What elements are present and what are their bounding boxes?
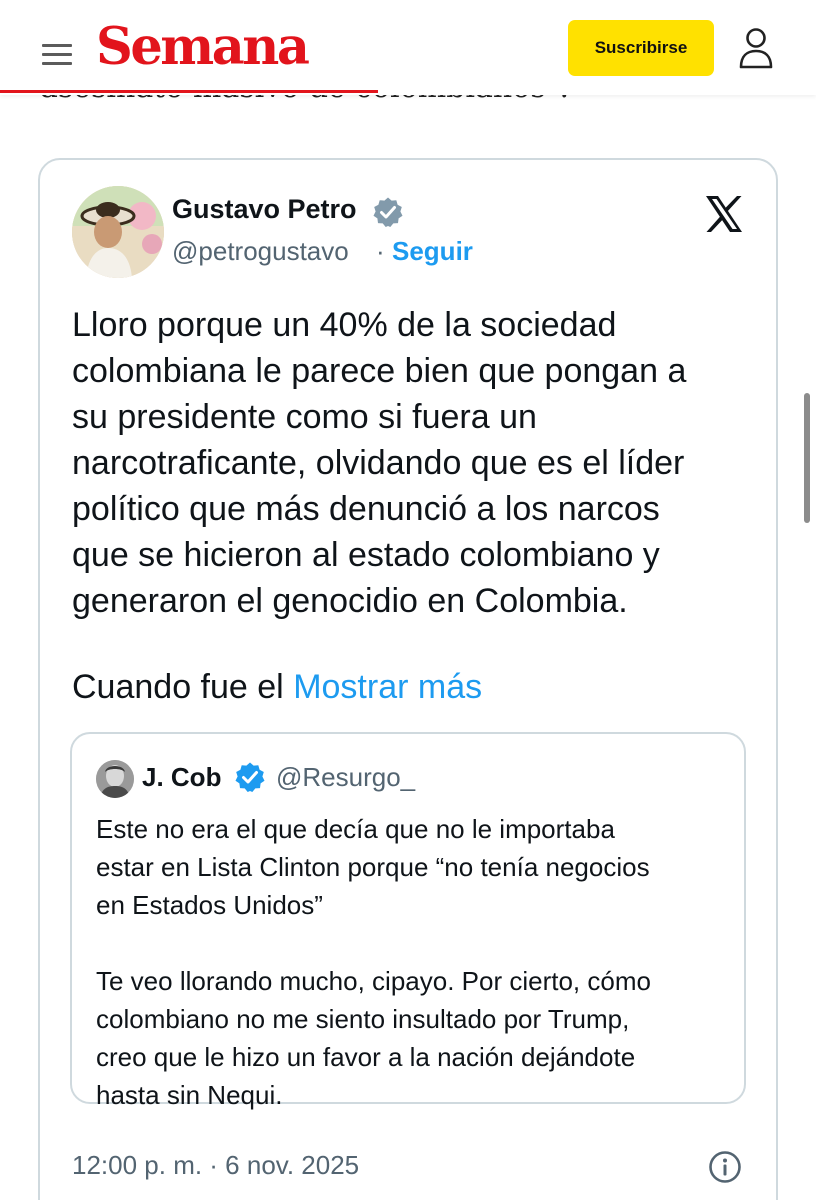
tweet-body: Lloro porque un 40% de la sociedad colom… (72, 302, 762, 624)
tweet-line: colombiana le parece bien que pongan a (72, 352, 687, 390)
quote-line: Te veo llorando mucho, cipayo. Por ciert… (96, 966, 651, 996)
quoted-tweet[interactable]: J. Cob @Resurgo_ Este no era el que decí… (70, 732, 746, 1110)
user-account-icon[interactable] (738, 27, 774, 69)
quote-line: Este no era el que decía que no le impor… (96, 814, 615, 844)
quote-line: colombiano no me siento insultado por Tr… (96, 1004, 630, 1034)
tweet-line: narcotraficante, olvidando que es el líd… (72, 444, 685, 482)
info-icon[interactable] (708, 1150, 742, 1184)
embedded-tweet[interactable]: Gustavo Petro @petrogustavo · Seguir Llo… (38, 158, 778, 1200)
tweet-line: que se hicieron al estado colombiano y (72, 536, 660, 574)
site-logo[interactable]: Semana (96, 22, 310, 73)
show-more-link[interactable]: Mostrar más (293, 668, 482, 706)
author-avatar[interactable] (72, 186, 164, 278)
quoted-author-handle[interactable]: @Resurgo_ (276, 762, 415, 793)
follow-link[interactable]: Seguir (392, 236, 473, 267)
scrollbar-thumb[interactable] (804, 393, 810, 523)
quote-line: hasta sin Nequi. (96, 1080, 283, 1110)
x-logo-icon[interactable] (703, 194, 745, 234)
quoted-author-avatar[interactable] (96, 760, 134, 798)
tweet-line: político que más denunció a los narcos (72, 490, 660, 528)
tweet-line: su presidente como si fuera un (72, 398, 537, 436)
tweet-truncated-text: Cuando fue el (72, 668, 284, 706)
quote-line: estar en Lista Clinton porque “no tenía … (96, 852, 650, 882)
tweet-line: generaron el genocidio en Colombia. (72, 582, 628, 620)
menu-icon[interactable] (42, 44, 72, 68)
site-header: Semana Suscribirse (0, 0, 816, 95)
quote-line: creo que le hizo un favor a la nación de… (96, 1042, 636, 1072)
separator-dot: · (376, 236, 385, 266)
tweet-timestamp[interactable]: 12:00 p. m. · 6 nov. 2025 (72, 1150, 359, 1181)
verified-badge-icon (373, 197, 403, 227)
author-handle[interactable]: @petrogustavo (172, 236, 349, 267)
logo-underline (0, 90, 378, 93)
subscribe-button[interactable]: Suscribirse (568, 20, 714, 76)
quoted-author-name[interactable]: J. Cob (142, 762, 221, 793)
tweet-line: Lloro porque un 40% de la sociedad (72, 306, 617, 344)
quoted-tweet-body: Este no era el que decía que no le impor… (96, 810, 726, 1114)
verified-badge-icon (235, 762, 265, 792)
author-name[interactable]: Gustavo Petro (172, 194, 357, 225)
tweet-truncated-line: Cuando fue el Mostrar más (72, 664, 482, 710)
quote-line: en Estados Unidos” (96, 890, 323, 920)
